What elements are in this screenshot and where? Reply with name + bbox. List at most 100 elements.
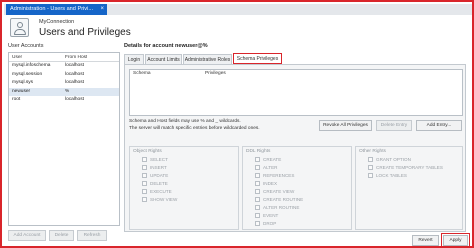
checkbox-label: LOCK TABLES <box>376 173 407 178</box>
checkbox-alter-routine[interactable]: ALTER ROUTINE <box>255 205 299 212</box>
user-row[interactable]: mysql.sys localhost <box>9 79 119 88</box>
add-entry-button[interactable]: Add Entry... <box>416 120 462 131</box>
user-list-header: User From Host <box>9 53 119 62</box>
checkbox-index[interactable]: INDEX <box>255 181 277 188</box>
checkbox-select[interactable]: SELECT <box>142 157 168 164</box>
grid-header: Schema Privileges <box>130 70 462 78</box>
details-panel: Details for account newuser@% Login Acco… <box>122 41 472 246</box>
delete-entry-button[interactable]: Delete Entry <box>376 120 412 131</box>
close-icon[interactable]: × <box>100 4 104 15</box>
page-header: MyConnection Users and Privileges <box>4 15 472 41</box>
user-accounts-panel: User Accounts User From Host mysql.infos… <box>4 41 122 246</box>
apply-button[interactable]: Apply <box>443 235 468 246</box>
user-name: mysql.sys <box>12 80 34 85</box>
refresh-button[interactable]: Refresh <box>77 230 107 241</box>
other-rights-group: Other Rights GRANT OPTION CREATE TEMPORA… <box>355 146 463 230</box>
column-header-schema[interactable]: Schema <box>133 70 151 78</box>
checkbox-icon <box>368 173 373 178</box>
user-host: localhost <box>65 80 84 85</box>
checkbox-label: ALTER ROUTINE <box>263 205 300 210</box>
page-title: Users and Privileges <box>39 27 131 38</box>
checkbox-icon <box>255 213 260 218</box>
column-header-user[interactable]: User <box>9 53 65 61</box>
tab-account-limits[interactable]: Account Limits <box>145 54 182 64</box>
checkbox-create[interactable]: CREATE <box>255 157 281 164</box>
checkbox-insert[interactable]: INSERT <box>142 165 167 172</box>
ddl-rights-group: DDL Rights CREATE ALTER REFERENCES INDEX… <box>242 146 352 230</box>
checkbox-icon <box>255 173 260 178</box>
wildcard-hint-2: The server will match specific entries b… <box>129 126 260 131</box>
checkbox-icon <box>142 197 147 202</box>
user-host: % <box>65 88 70 94</box>
checkbox-create-view[interactable]: CREATE VIEW <box>255 189 294 196</box>
checkbox-delete[interactable]: DELETE <box>142 181 168 188</box>
privilege-groups: Object Rights SELECT INSERT UPDATE DELET… <box>129 146 463 230</box>
user-name: root <box>12 97 21 102</box>
checkbox-icon <box>255 157 260 162</box>
checkbox-icon <box>142 173 147 178</box>
user-admin-icon <box>10 18 29 37</box>
user-row-selected[interactable]: newuser % <box>9 87 119 96</box>
app-window: Administration - Users and Privi... × My… <box>0 0 474 248</box>
user-name: mysql.infoschema <box>12 63 51 68</box>
details-tabs: Login Account Limits Administrative Role… <box>124 53 466 64</box>
checkbox-icon <box>368 165 373 170</box>
tab-administration[interactable]: Administration - Users and Privi... × <box>6 4 107 15</box>
checkbox-label: GRANT OPTION <box>376 157 411 162</box>
revoke-all-button[interactable]: Revoke All Privileges <box>319 120 372 131</box>
user-name: newuser <box>12 88 31 94</box>
checkbox-label: ALTER <box>263 165 278 170</box>
user-row[interactable]: mysql.infoschema localhost <box>9 62 119 71</box>
delete-account-button[interactable]: Delete <box>49 230 74 241</box>
checkbox-label: SELECT <box>150 157 168 162</box>
checkbox-label: EXECUTE <box>150 189 172 194</box>
checkbox-icon <box>142 189 147 194</box>
object-rights-group: Object Rights SELECT INSERT UPDATE DELET… <box>129 146 239 230</box>
tab-administration-label: Administration - Users and Privi... <box>10 6 93 12</box>
wildcard-hint: Schema and Host fields may use % and _ w… <box>129 119 241 124</box>
connection-name: MyConnection <box>39 19 75 25</box>
user-row[interactable]: mysql.session localhost <box>9 71 119 80</box>
tab-administrative-roles[interactable]: Administrative Roles <box>183 54 232 64</box>
checkbox-references[interactable]: REFERENCES <box>255 173 294 180</box>
user-accounts-title: User Accounts <box>8 43 44 49</box>
checkbox-grant-option[interactable]: GRANT OPTION <box>368 157 411 164</box>
user-accounts-list[interactable]: User From Host mysql.infoschema localhos… <box>8 52 120 226</box>
account-buttons: Add Account Delete Refresh <box>8 230 120 242</box>
checkbox-icon <box>255 205 260 210</box>
tab-schema-privileges[interactable]: Schema Privileges <box>233 53 282 64</box>
checkbox-icon <box>255 197 260 202</box>
checkbox-lock-tables[interactable]: LOCK TABLES <box>368 173 407 180</box>
checkbox-icon <box>255 165 260 170</box>
checkbox-icon <box>255 221 260 226</box>
checkbox-event[interactable]: EVENT <box>255 213 278 220</box>
tab-login[interactable]: Login <box>124 54 144 64</box>
checkbox-create-routine[interactable]: CREATE ROUTINE <box>255 197 303 204</box>
checkbox-update[interactable]: UPDATE <box>142 173 168 180</box>
checkbox-icon <box>142 157 147 162</box>
checkbox-icon <box>255 189 260 194</box>
column-header-from-host[interactable]: From Host <box>65 53 87 61</box>
checkbox-label: CREATE VIEW <box>263 189 295 194</box>
schema-privileges-grid[interactable]: Schema Privileges <box>129 69 463 116</box>
other-rights-title: Other Rights <box>359 149 386 154</box>
user-name: mysql.session <box>12 71 43 77</box>
checkbox-drop[interactable]: DROP <box>255 221 276 228</box>
ddl-rights-title: DDL Rights <box>246 149 271 154</box>
user-host: localhost <box>65 63 84 68</box>
checkbox-alter[interactable]: ALTER <box>255 165 277 172</box>
column-header-privileges[interactable]: Privileges <box>205 70 226 78</box>
add-account-button[interactable]: Add Account <box>8 230 46 241</box>
checkbox-label: CREATE <box>263 157 282 162</box>
checkbox-create-temporary-tables[interactable]: CREATE TEMPORARY TABLES <box>368 165 443 172</box>
checkbox-show-view[interactable]: SHOW VIEW <box>142 197 177 204</box>
document-tabbar: Administration - Users and Privi... × <box>4 4 472 15</box>
revert-button[interactable]: Revert <box>412 235 439 246</box>
checkbox-label: REFERENCES <box>263 173 295 178</box>
checkbox-label: SHOW VIEW <box>150 197 178 202</box>
checkbox-label: CREATE TEMPORARY TABLES <box>376 165 443 170</box>
checkbox-label: DELETE <box>150 181 168 186</box>
user-row[interactable]: root localhost <box>9 96 119 105</box>
checkbox-label: CREATE ROUTINE <box>263 197 304 202</box>
checkbox-execute[interactable]: EXECUTE <box>142 189 172 196</box>
